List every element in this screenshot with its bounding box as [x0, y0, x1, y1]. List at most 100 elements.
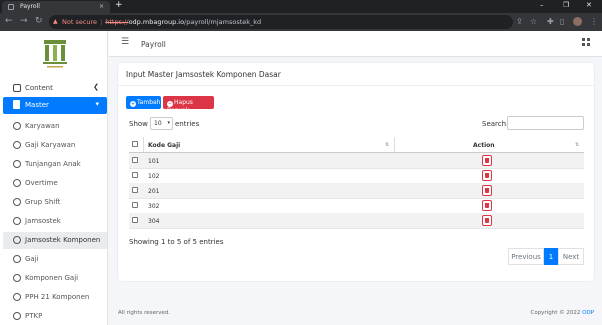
circle-icon	[13, 198, 21, 206]
row-checkbox[interactable]	[132, 157, 138, 163]
page-1-button[interactable]: 1	[544, 248, 558, 265]
url-field[interactable]: ▲ Not secure | https://odp.mbagroup.io/pay…	[49, 15, 513, 29]
row-checkbox[interactable]	[132, 202, 138, 208]
content-icon	[13, 84, 21, 92]
maximize-icon[interactable]: ❐	[563, 1, 569, 9]
reload-icon[interactable]: ↻	[35, 16, 43, 26]
sidebar-item[interactable]: Karyawan	[3, 118, 107, 135]
circle-icon	[13, 274, 21, 282]
sidebar-item[interactable]: Komponen Gaji	[3, 270, 107, 287]
bulk-delete-button[interactable]: − Hapus Banyak	[163, 96, 214, 114]
forward-icon[interactable]: →	[20, 16, 28, 26]
show-label: Show	[129, 120, 148, 128]
sidebar-item-label: Gaji Karyawan	[25, 141, 76, 149]
column-header-kode-gaji[interactable]: Kode Gaji	[148, 142, 180, 149]
circle-icon	[13, 312, 21, 320]
row-checkbox[interactable]	[132, 172, 138, 178]
new-tab-button[interactable]: +	[115, 0, 123, 10]
extensions-icon[interactable]: ✚	[547, 17, 554, 26]
delete-trash-icon[interactable]	[482, 185, 492, 196]
page-size-value: 10	[154, 120, 162, 127]
sidebar-item[interactable]: Grup Shift	[3, 194, 107, 211]
table-row: 304	[129, 213, 584, 229]
sidebar-item[interactable]: Gaji	[3, 251, 107, 268]
sidebar-item-label: PTKP	[25, 312, 43, 320]
sidebar-item-label: Master	[25, 101, 49, 109]
sidebar-item[interactable]: PPH 21 Komponen	[3, 289, 107, 306]
circle-icon	[13, 122, 21, 130]
copyright-link[interactable]: ODP	[582, 310, 594, 316]
plus-icon: +	[130, 101, 136, 107]
search-label: Search:	[482, 120, 509, 128]
company-logo	[43, 40, 67, 68]
column-divider	[394, 137, 395, 152]
row-checkbox[interactable]	[132, 187, 138, 193]
add-button-label: Tambah	[137, 99, 161, 106]
copyright-text: Copyright © 2022	[530, 310, 583, 316]
entries-label: entries	[175, 120, 200, 128]
sidebar-item-label: Komponen Gaji	[25, 274, 79, 282]
sidebar-item[interactable]: Jamsostek Komponen	[3, 232, 107, 249]
add-button[interactable]: + Tambah	[126, 96, 161, 109]
table-row: 102	[129, 168, 584, 184]
top-navbar: ☰ Payroll	[109, 31, 602, 57]
sidebar-item[interactable]: Jamsostek	[3, 213, 107, 230]
circle-icon	[13, 160, 21, 168]
delete-trash-icon[interactable]	[482, 155, 492, 166]
sort-icon[interactable]: ⇅	[385, 142, 389, 148]
kode-gaji-cell: 302	[148, 203, 160, 210]
app-title: Payroll	[141, 40, 166, 49]
chevron-down-icon: ▾	[95, 100, 99, 108]
browser-tab[interactable]: Payroll ×	[2, 1, 110, 13]
sort-icon[interactable]: ⇅	[575, 142, 579, 148]
table-row: 101	[129, 153, 584, 169]
select-all-checkbox[interactable]	[132, 141, 138, 147]
kode-gaji-cell: 102	[148, 173, 160, 180]
sidebar: Content ❮ Master ▾ Karyawan Gaji Karyawan…	[0, 31, 108, 325]
profile-avatar[interactable]	[573, 17, 582, 26]
sidebar-item[interactable]: Gaji Karyawan	[3, 137, 107, 154]
security-label[interactable]: Not secure	[62, 18, 97, 26]
window-close-icon[interactable]: ✕	[586, 1, 592, 9]
chevron-down-icon: ▾	[167, 120, 170, 126]
back-icon[interactable]: ←	[5, 16, 13, 26]
tab-title: Payroll	[20, 3, 40, 10]
search-input[interactable]	[507, 116, 584, 130]
sidebar-item-label: Karyawan	[25, 122, 60, 130]
hamburger-menu-icon[interactable]: ☰	[121, 37, 129, 47]
sidebar-item[interactable]: Tunjangan Anak	[3, 156, 107, 173]
sidebar-item-label: PPH 21 Komponen	[25, 293, 90, 301]
kode-gaji-cell: 304	[148, 218, 160, 225]
page-size-select[interactable]: 10 ▾	[150, 117, 173, 130]
share-icon[interactable]: ⇪	[516, 17, 523, 26]
previous-page-button[interactable]: Previous	[508, 248, 544, 265]
delete-trash-icon[interactable]	[482, 200, 492, 211]
table-row: 302	[129, 198, 584, 214]
row-checkbox[interactable]	[132, 217, 138, 223]
sidebar-item-label: Tunjangan Anak	[25, 160, 81, 168]
sidebar-item-label: Content	[25, 84, 53, 92]
column-header-action[interactable]: Action	[473, 142, 495, 149]
bookmark-star-icon[interactable]: ☆	[530, 17, 537, 26]
delete-trash-icon[interactable]	[482, 215, 492, 226]
circle-icon	[13, 293, 21, 301]
circle-icon	[13, 236, 21, 244]
column-divider	[143, 137, 144, 152]
circle-icon	[13, 141, 21, 149]
sidepanel-icon[interactable]: ▯	[560, 17, 564, 26]
menu-kebab-icon[interactable]: ⋮	[590, 17, 598, 26]
apps-grid-icon[interactable]	[582, 38, 590, 46]
tab-close-icon[interactable]: ×	[99, 3, 104, 10]
sidebar-item[interactable]: Overtime	[3, 175, 107, 192]
chevron-left-icon: ❮	[93, 83, 99, 91]
next-page-button[interactable]: Next	[558, 248, 584, 265]
sidebar-item-label: Grup Shift	[25, 198, 61, 206]
table-info: Showing 1 to 5 of 5 entries	[129, 238, 224, 246]
circle-icon	[13, 255, 21, 263]
delete-trash-icon[interactable]	[482, 170, 492, 181]
sidebar-item[interactable]: PTKP	[3, 308, 107, 325]
sidebar-item-master[interactable]: Master ▾	[3, 97, 107, 114]
page-favicon-icon	[8, 4, 14, 10]
sidebar-item-content[interactable]: Content ❮	[3, 80, 107, 97]
minimize-icon[interactable]: –	[540, 1, 544, 9]
